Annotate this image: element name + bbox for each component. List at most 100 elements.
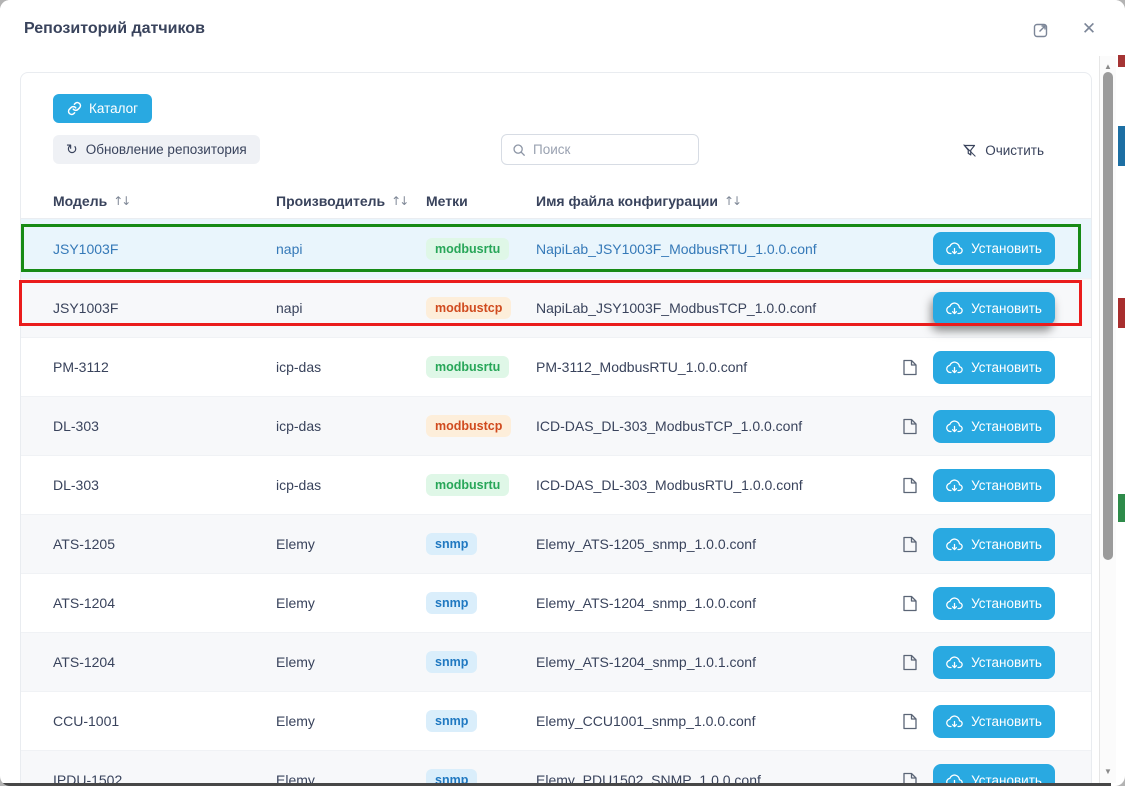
scroll-down-arrow-icon[interactable]: ▼ (1100, 765, 1116, 779)
repository-card: Каталог ↻ Обновление репозитория Очистит… (20, 72, 1092, 786)
model-cell: DL-303 (53, 418, 276, 434)
refresh-button-label: Обновление репозитория (86, 142, 247, 157)
catalog-button[interactable]: Каталог (53, 94, 152, 123)
model-cell: ATS-1204 (53, 595, 276, 611)
manufacturer-cell: icp-das (276, 418, 426, 434)
install-button[interactable]: Установить (933, 232, 1055, 265)
cloud-download-icon (946, 596, 963, 611)
search-input[interactable] (533, 142, 688, 157)
file-icon[interactable] (903, 713, 933, 730)
sensor-repository-modal: Репозиторий датчиков ✕ Каталог ↻ О (0, 0, 1125, 786)
install-button[interactable]: Установить (933, 646, 1055, 679)
install-button-label: Установить (971, 301, 1042, 316)
model-cell: ATS-1204 (53, 654, 276, 670)
model-cell: ATS-1205 (53, 536, 276, 552)
clear-filters-button[interactable]: Очистить (962, 137, 1044, 163)
tag-badge: modbusrtu (426, 356, 509, 378)
sort-arrows-icon[interactable]: ↑↓ (113, 194, 129, 208)
link-icon (67, 101, 82, 116)
file-icon[interactable] (903, 418, 933, 435)
install-button-label: Установить (971, 478, 1042, 493)
expand-icon[interactable] (1031, 19, 1051, 39)
manufacturer-cell: Elemy (276, 536, 426, 552)
config-file-cell: Elemy_CCU1001_snmp_1.0.0.conf (536, 713, 903, 729)
config-file-cell: Elemy_ATS-1204_snmp_1.0.0.conf (536, 595, 903, 611)
vertical-scrollbar[interactable]: ▲ ▼ (1099, 56, 1116, 783)
search-icon (512, 143, 526, 157)
file-icon[interactable] (903, 654, 933, 671)
file-icon[interactable] (903, 536, 933, 553)
install-button[interactable]: Установить (933, 292, 1055, 325)
config-file-cell: ICD-DAS_DL-303_ModbusRTU_1.0.0.conf (536, 477, 903, 493)
install-button[interactable]: Установить (933, 705, 1055, 738)
table-row[interactable]: JSY1003F napi modbustcp NapiLab_JSY1003F… (21, 278, 1091, 337)
manufacturer-cell: Elemy (276, 713, 426, 729)
model-cell: JSY1003F (53, 241, 276, 257)
install-button-label: Установить (971, 714, 1042, 729)
install-button[interactable]: Установить (933, 528, 1055, 561)
sort-arrows-icon[interactable]: ↑↓ (391, 194, 407, 208)
manufacturer-cell: napi (276, 300, 426, 316)
table-row[interactable]: JSY1003F napi modbusrtu NapiLab_JSY1003F… (21, 219, 1091, 278)
install-button-label: Установить (971, 596, 1042, 611)
table-row[interactable]: DL-303 icp-das modbusrtu ICD-DAS_DL-303_… (21, 455, 1091, 514)
column-header-manufacturer[interactable]: Производитель ↑↓ (276, 193, 426, 209)
clear-button-label: Очистить (985, 143, 1044, 158)
cloud-download-icon (946, 301, 963, 316)
column-header-model[interactable]: Модель ↑↓ (53, 193, 276, 209)
config-file-cell: NapiLab_JSY1003F_ModbusRTU_1.0.0.conf (536, 241, 903, 257)
tag-badge: snmp (426, 710, 477, 732)
install-button-label: Установить (971, 537, 1042, 552)
model-cell: CCU-1001 (53, 713, 276, 729)
install-button[interactable]: Установить (933, 587, 1055, 620)
table-row[interactable]: ATS-1204 Elemy snmp Elemy_ATS-1204_snmp_… (21, 632, 1091, 691)
model-cell: DL-303 (53, 477, 276, 493)
file-icon[interactable] (903, 359, 933, 376)
cloud-download-icon (946, 360, 963, 375)
table-row[interactable]: PM-3112 icp-das modbusrtu PM-3112_Modbus… (21, 337, 1091, 396)
install-button-label: Установить (971, 419, 1042, 434)
config-file-cell: Elemy_ATS-1204_snmp_1.0.1.conf (536, 654, 903, 670)
table-body: JSY1003F napi modbusrtu NapiLab_JSY1003F… (21, 219, 1091, 786)
close-icon[interactable]: ✕ (1079, 19, 1099, 39)
sort-arrows-icon[interactable]: ↑↓ (724, 194, 740, 208)
table-row[interactable]: DL-303 icp-das modbustcp ICD-DAS_DL-303_… (21, 396, 1091, 455)
column-header-tags: Метки (426, 193, 536, 209)
table-row[interactable]: ATS-1204 Elemy snmp Elemy_ATS-1204_snmp_… (21, 573, 1091, 632)
table-row[interactable]: CCU-1001 Elemy snmp Elemy_CCU1001_snmp_1… (21, 691, 1091, 750)
install-button-label: Установить (971, 241, 1042, 256)
search-box (501, 134, 699, 165)
manufacturer-cell: napi (276, 241, 426, 257)
tag-badge: modbusrtu (426, 474, 509, 496)
tag-badge: modbustcp (426, 415, 511, 437)
scrollbar-thumb[interactable] (1103, 72, 1113, 560)
model-cell: PM-3112 (53, 359, 276, 375)
cloud-download-icon (946, 714, 963, 729)
edge-fragment (1118, 298, 1125, 328)
edge-fragment (1118, 126, 1125, 166)
modal-header: Репозиторий датчиков ✕ (0, 0, 1125, 58)
manufacturer-cell: icp-das (276, 477, 426, 493)
table-row[interactable]: ATS-1205 Elemy snmp Elemy_ATS-1205_snmp_… (21, 514, 1091, 573)
modal-header-actions: ✕ (1031, 19, 1099, 39)
tag-badge: snmp (426, 533, 477, 555)
refresh-repository-button[interactable]: ↻ Обновление репозитория (53, 135, 260, 164)
manufacturer-cell: Elemy (276, 595, 426, 611)
config-file-cell: ICD-DAS_DL-303_ModbusTCP_1.0.0.conf (536, 418, 903, 434)
cloud-download-icon (946, 241, 963, 256)
cloud-download-icon (946, 655, 963, 670)
table-row[interactable]: IPDU-1502 Elemy snmp Elemy_PDU1502_SNMP_… (21, 750, 1091, 786)
tag-badge: snmp (426, 651, 477, 673)
file-icon[interactable] (903, 595, 933, 612)
install-button-label: Установить (971, 360, 1042, 375)
edge-fragment (1118, 494, 1125, 522)
install-button[interactable]: Установить (933, 410, 1055, 443)
install-button[interactable]: Установить (933, 351, 1055, 384)
install-button[interactable]: Установить (933, 469, 1055, 502)
config-file-cell: Elemy_ATS-1205_snmp_1.0.0.conf (536, 536, 903, 552)
cloud-download-icon (946, 478, 963, 493)
column-header-config-file[interactable]: Имя файла конфигурации ↑↓ (536, 193, 1055, 209)
file-icon[interactable] (903, 477, 933, 494)
install-button-label: Установить (971, 655, 1042, 670)
edge-fragment (1118, 55, 1125, 67)
